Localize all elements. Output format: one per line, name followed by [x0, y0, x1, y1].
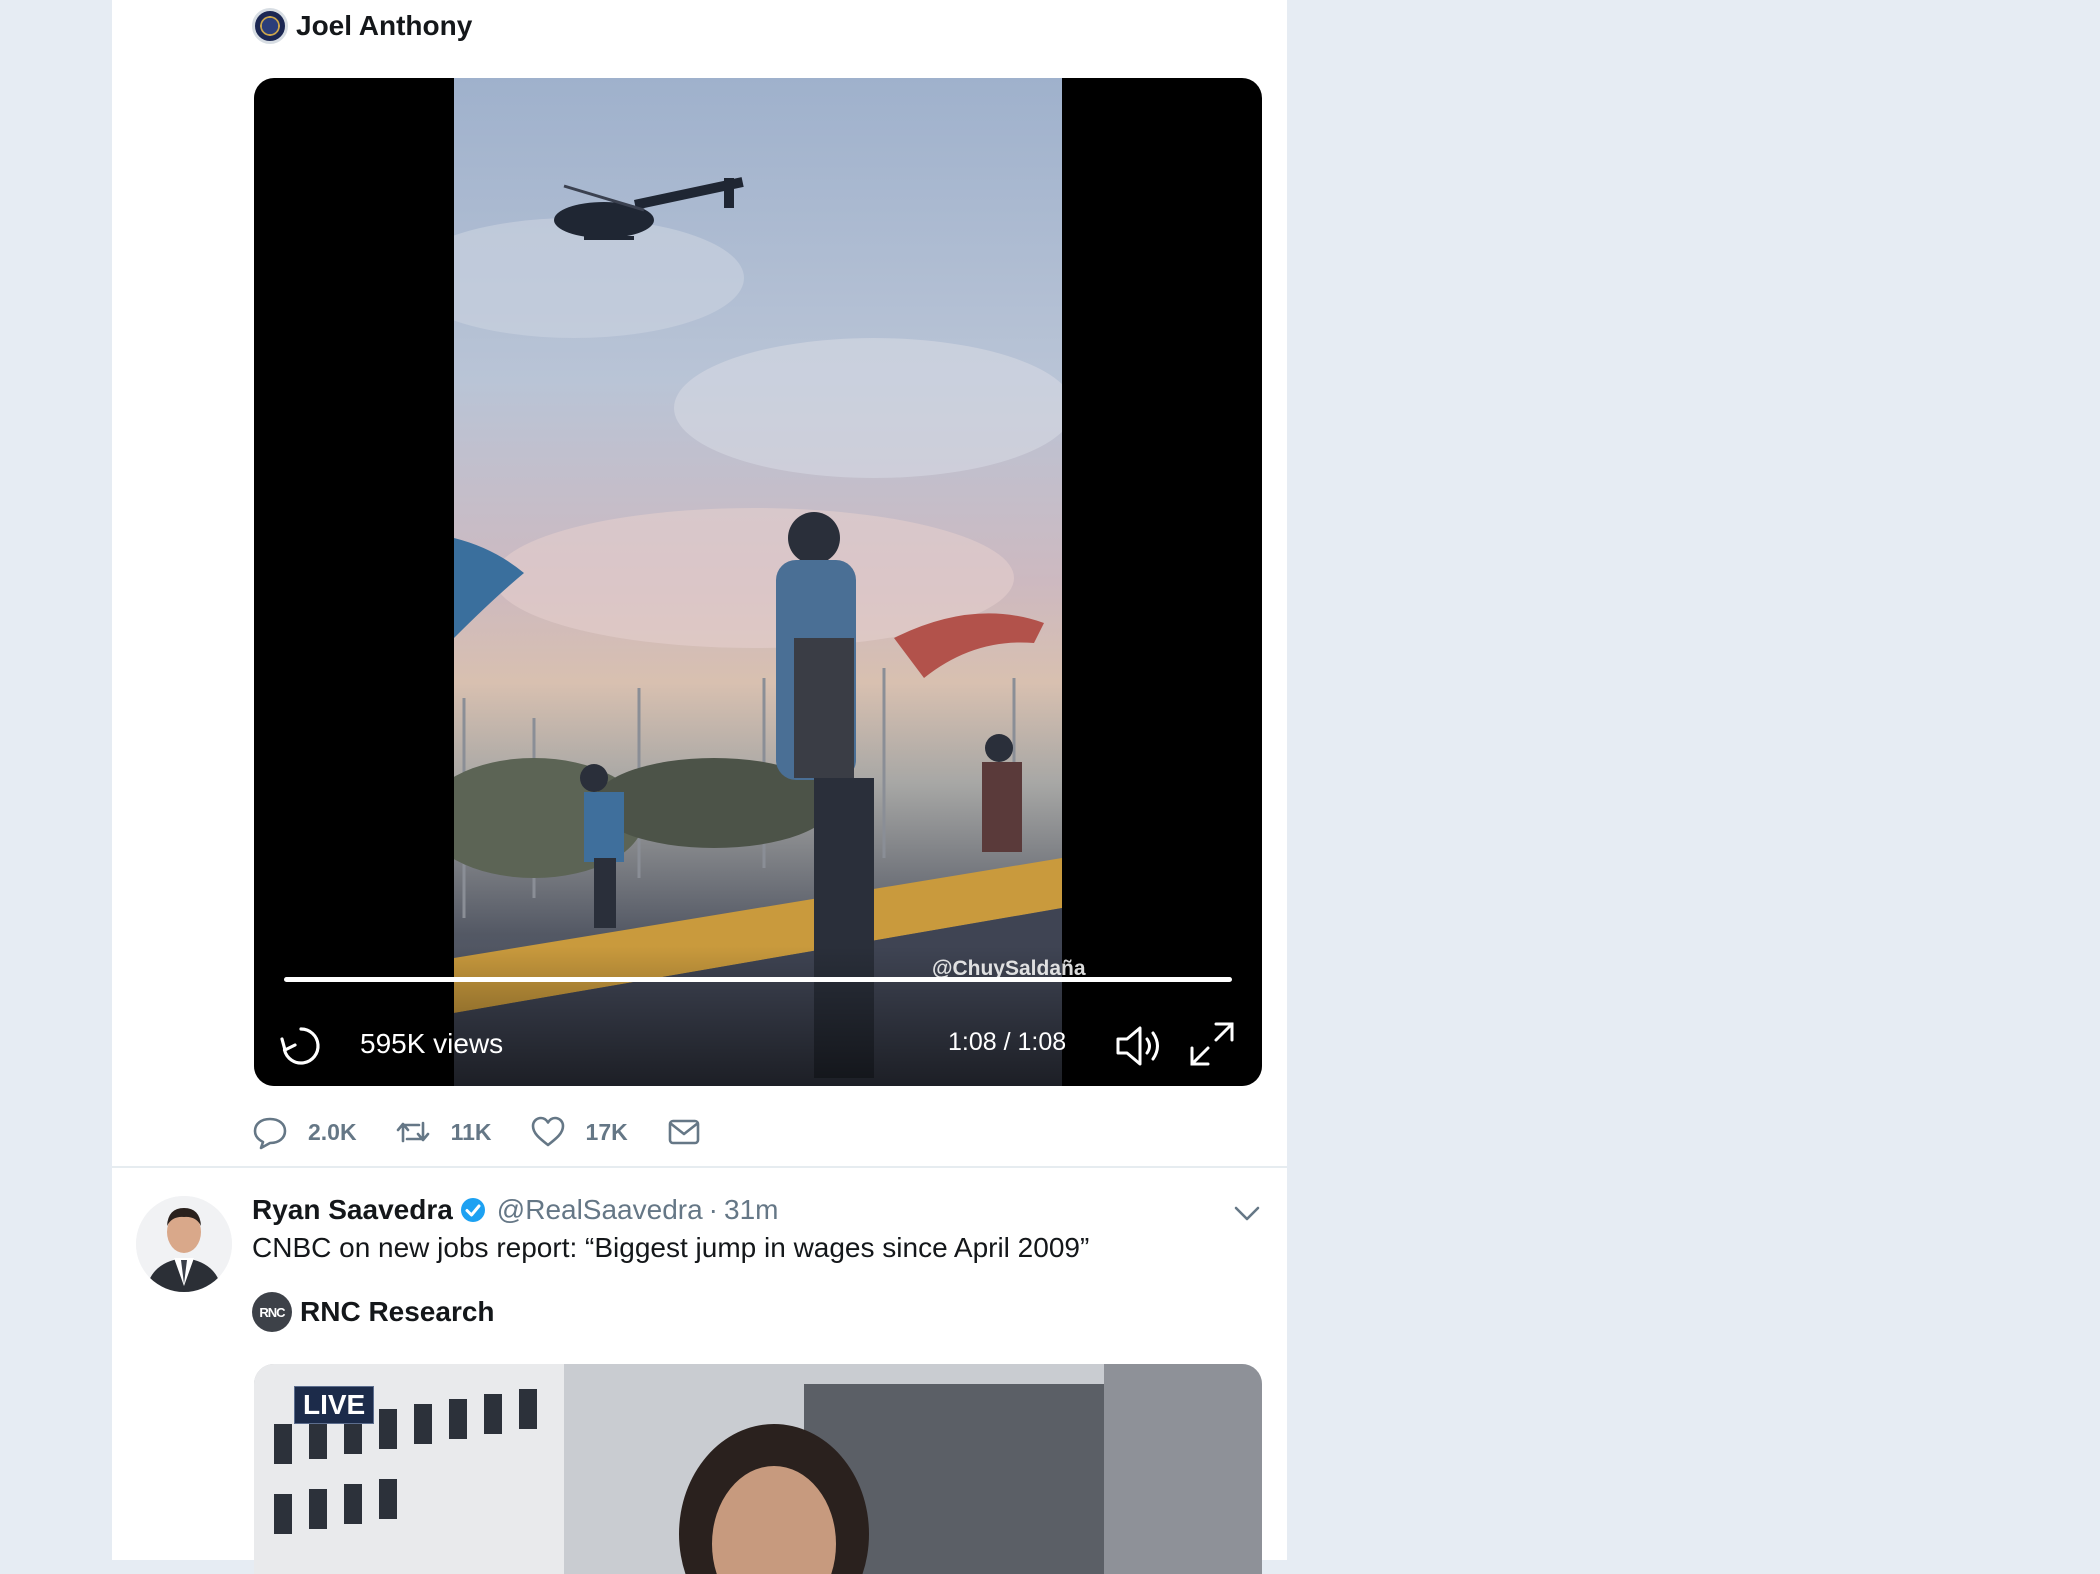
- fullscreen-icon[interactable]: [1186, 1018, 1238, 1070]
- author-avatar[interactable]: [136, 1196, 232, 1292]
- quoted-user-name: Joel Anthony: [296, 10, 473, 41]
- retweet-count: 11K: [450, 1118, 492, 1145]
- quoted-user-avatar: RNC: [252, 1292, 292, 1332]
- retweet-button[interactable]: 11K: [395, 1114, 492, 1150]
- live-badge: LIVE: [294, 1386, 375, 1424]
- replay-icon[interactable]: [278, 1023, 324, 1069]
- video-view-count: 595K views: [360, 1028, 504, 1059]
- header-separator: ·: [708, 1194, 718, 1225]
- tweet1-actions: 2.0K 11K 17K: [252, 1112, 740, 1152]
- direct-message-button[interactable]: [666, 1114, 702, 1150]
- like-icon: [531, 1116, 564, 1147]
- verified-icon: [460, 1198, 485, 1222]
- like-button[interactable]: 17K: [530, 1114, 628, 1150]
- author-name[interactable]: Ryan Saavedra: [252, 1194, 453, 1226]
- author-handle[interactable]: @RealSaavedra: [497, 1194, 703, 1226]
- quoted-source[interactable]: Joel Anthony: [252, 4, 472, 48]
- video-frame: [454, 78, 1062, 1086]
- tweet-divider: [112, 1166, 1287, 1168]
- reply-count: 2.0K: [308, 1118, 357, 1145]
- volume-icon[interactable]: [1112, 1018, 1168, 1074]
- quoted-user-name: RNC Research: [300, 1296, 495, 1327]
- quoted-user-avatar: [252, 8, 288, 44]
- video-player[interactable]: @ChuySaldaña 595K views 1:08 / 1:08: [254, 78, 1262, 1086]
- tweet-media[interactable]: LIVE: [254, 1364, 1262, 1574]
- quoted-source[interactable]: RNC RNC Research: [252, 1290, 495, 1334]
- like-count: 17K: [585, 1118, 628, 1145]
- video-timestamp: 1:08 / 1:08: [948, 1028, 1067, 1056]
- video-controls-shade: [254, 946, 1262, 1086]
- author-avatar-image: [136, 1196, 232, 1292]
- tweet-text: CNBC on new jobs report: “Biggest jump i…: [252, 1232, 1090, 1263]
- tweet2-header: Ryan Saavedra @RealSaavedra · 31m: [252, 1190, 778, 1230]
- chevron-down-icon[interactable]: [1230, 1196, 1264, 1230]
- reply-button[interactable]: 2.0K: [252, 1114, 357, 1150]
- video-progress-bar[interactable]: [284, 977, 1232, 982]
- media-scene-illustration: [254, 1364, 1262, 1574]
- reply-icon: [253, 1117, 287, 1150]
- video-scene-illustration: [454, 177, 1062, 1086]
- tweet-timestamp[interactable]: 31m: [724, 1194, 778, 1226]
- retweet-icon: [396, 1121, 429, 1143]
- dm-icon: [668, 1119, 700, 1145]
